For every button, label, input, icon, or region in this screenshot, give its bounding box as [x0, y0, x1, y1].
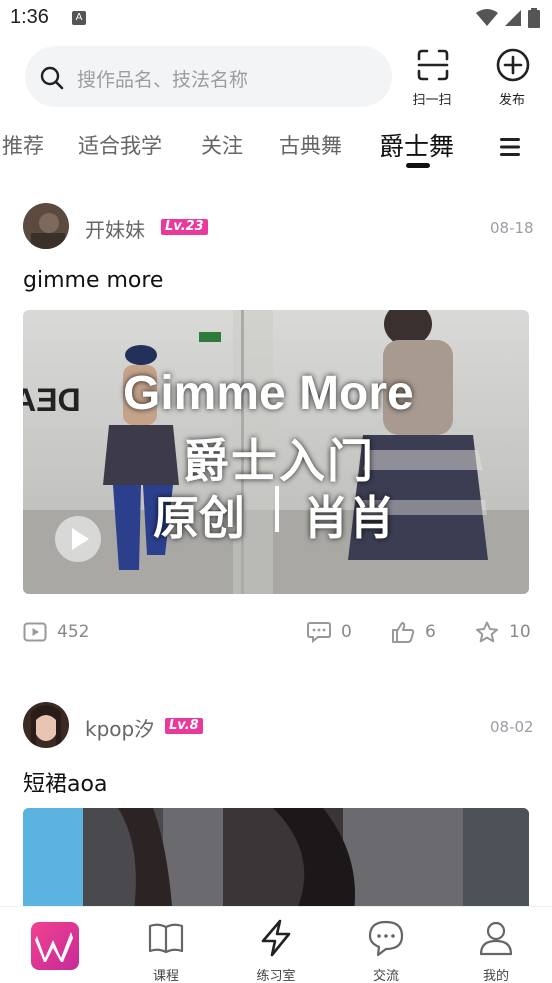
avatar[interactable]: [23, 203, 69, 249]
battery-icon: [528, 8, 540, 28]
status-icons: [476, 8, 540, 28]
comments-stat[interactable]: 0: [307, 621, 352, 643]
menu-icon[interactable]: [498, 136, 522, 158]
star-icon: [476, 621, 498, 643]
publish-label: 发布: [498, 93, 525, 108]
scan-label: 扫一扫: [412, 93, 452, 108]
category-tabs: 推荐 适合我学 关注 古典舞 爵士舞: [0, 120, 552, 172]
wifi-icon: [476, 9, 498, 26]
search-input[interactable]: 搜作品名、技法名称: [25, 46, 392, 107]
status-bar: 1:36 A: [0, 0, 552, 38]
video-overlay-divider: [275, 486, 279, 532]
scan-icon: [417, 49, 449, 81]
avatar-image: [23, 702, 69, 748]
favorites-stat[interactable]: 10: [475, 621, 531, 643]
tab-suitable[interactable]: 适合我学: [78, 130, 162, 160]
video-overlay-title: Gimme More: [123, 367, 414, 420]
tab-follow[interactable]: 关注: [201, 130, 243, 160]
status-time: 1:36: [10, 6, 49, 28]
notification-icon: A: [72, 11, 86, 25]
book-icon: [148, 923, 184, 954]
likes-count: 6: [425, 622, 436, 642]
nav-profile-label: 我的: [482, 969, 509, 983]
search-placeholder: 搜作品名、技法名称: [77, 69, 249, 91]
video-frame: [23, 808, 529, 918]
studio-sign: DEA: [23, 382, 81, 418]
app-logo-icon[interactable]: [31, 922, 79, 970]
post-title[interactable]: gimme more: [23, 268, 163, 293]
app-screen: 1:36 A 搜作品名、技法名称 扫一扫 发布 推荐 适合我学 关注 古典舞 爵…: [0, 0, 552, 983]
tab-recommend[interactable]: 推荐: [2, 130, 44, 160]
video-overlay-author-right: 肖肖: [303, 491, 395, 545]
logo-mark: [35, 932, 73, 962]
chat-icon: [368, 920, 404, 957]
likes-stat[interactable]: 6: [391, 621, 436, 643]
post-date: 08-02: [490, 718, 534, 736]
post-stats: 452 0 6 10: [0, 621, 552, 651]
comments-count: 0: [341, 622, 352, 642]
level-badge: Lv.8: [165, 718, 203, 734]
favorites-count: 10: [509, 622, 531, 642]
active-tab-indicator: [406, 163, 430, 168]
avatar-image: [23, 203, 69, 249]
plus-circle-icon: [496, 48, 530, 82]
video-overlay-author-left: 原创: [153, 491, 245, 545]
thumbs-up-icon: [392, 622, 415, 643]
tab-jazz[interactable]: 爵士舞: [379, 127, 454, 163]
play-count-icon: [23, 622, 47, 642]
avatar[interactable]: [23, 702, 69, 748]
search-icon: [40, 66, 64, 90]
video-thumbnail[interactable]: DEA Gimme More 爵士入门 原创 肖肖: [23, 310, 529, 594]
comment-icon: [307, 622, 331, 643]
tab-classical[interactable]: 古典舞: [279, 130, 342, 160]
nav-course-label: 课程: [152, 969, 179, 983]
bottom-nav: 课程 练习室 交流 我的: [0, 906, 552, 983]
lightning-icon: [261, 919, 291, 957]
signal-icon: [505, 10, 521, 26]
views-stat: 452: [23, 621, 89, 643]
post-username[interactable]: kpop汐: [85, 713, 154, 742]
level-badge: Lv.23: [161, 219, 208, 235]
publish-button[interactable]: 发布: [482, 46, 542, 108]
post-title[interactable]: 短裙aoa: [23, 766, 107, 798]
nav-community-label: 交流: [372, 969, 399, 983]
nav-practice-label: 练习室: [256, 969, 296, 983]
views-count: 452: [57, 622, 90, 642]
post-date: 08-18: [490, 219, 534, 237]
video-thumbnail[interactable]: [23, 808, 529, 918]
scan-button[interactable]: 扫一扫: [402, 46, 462, 108]
user-icon: [479, 921, 513, 956]
post-username[interactable]: 开妹妹: [85, 214, 145, 243]
